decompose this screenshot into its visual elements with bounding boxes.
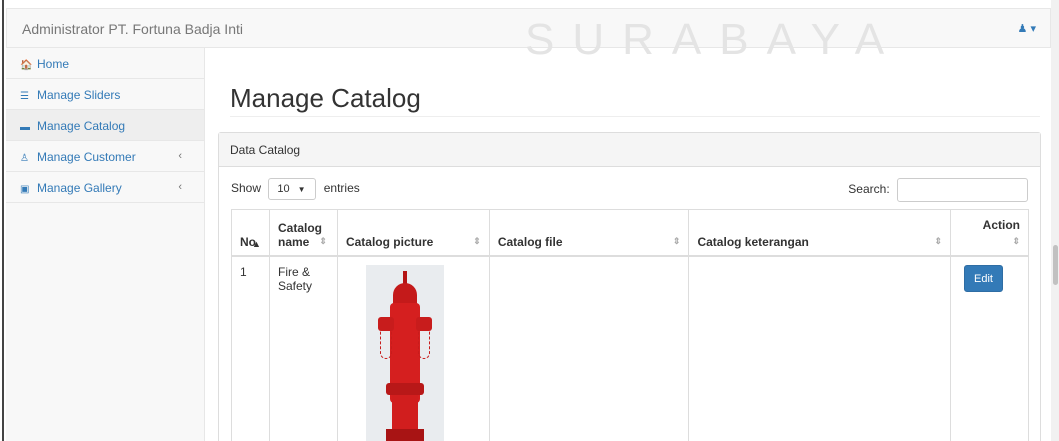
picture-icon: ▣: [20, 184, 30, 195]
sidebar: 🏠 Home ☰ Manage Sliders ▬ Manage Catalog ♙ M…: [6, 48, 205, 441]
entries-length-control: Show 10 ▼ entries: [231, 178, 360, 200]
entries-label: entries: [323, 181, 360, 196]
cell-catalog-keterangan: [688, 255, 951, 441]
sidebar-item-home[interactable]: 🏠 Home: [6, 48, 204, 79]
column-header-no[interactable]: No ▲: [231, 209, 270, 257]
sidebar-item-label: Manage Sliders: [37, 88, 121, 102]
table-header-row: No ▲ Catalog name ⇕ Catalog picture ⇕ Ca…: [231, 209, 1030, 257]
edit-button[interactable]: Edit: [963, 264, 1003, 292]
column-header-catalog-picture[interactable]: Catalog picture ⇕: [336, 209, 490, 257]
chevron-left-icon[interactable]: ‹: [178, 150, 182, 162]
entries-select[interactable]: 10 ▼: [268, 178, 317, 200]
panel-heading: Data Catalog: [219, 133, 1040, 167]
column-header-catalog-name[interactable]: Catalog name ⇕: [268, 209, 338, 257]
user-menu-toggle[interactable]: ♟ ▾: [1018, 22, 1036, 35]
cell-catalog-picture: [336, 255, 490, 441]
table-row: 1 Fire & Safety Edit: [231, 255, 1030, 441]
sort-icon: ⇕: [672, 235, 681, 246]
chevron-left-icon[interactable]: ‹: [178, 181, 182, 193]
sliders-icon: ☰: [20, 91, 29, 102]
top-navbar: Administrator PT. Fortuna Badja Inti SUR…: [6, 8, 1051, 64]
search-control: Search:: [848, 178, 1028, 202]
cell-no: 1: [231, 255, 270, 441]
entries-select-value: 10: [277, 183, 290, 195]
caret-down-icon: ▾: [1030, 23, 1036, 35]
person-icon: ♙: [20, 153, 29, 164]
cell-catalog-file: [488, 255, 690, 441]
sidebar-item-label: Manage Customer: [37, 150, 136, 164]
show-label: Show: [231, 181, 262, 196]
column-header-catalog-file[interactable]: Catalog file ⇕: [488, 209, 690, 257]
fire-hydrant-image: [365, 264, 444, 441]
sidebar-item-label: Manage Catalog: [37, 119, 126, 133]
column-header-action[interactable]: Action ⇕: [949, 209, 1030, 257]
scrollbar-thumb[interactable]: [1053, 245, 1058, 285]
sidebar-item-manage-catalog[interactable]: ▬ Manage Catalog: [6, 110, 204, 141]
sidebar-item-manage-gallery[interactable]: ▣ Manage Gallery ‹: [6, 172, 204, 203]
sidebar-item-manage-customer[interactable]: ♙ Manage Customer ‹: [6, 141, 204, 172]
chevron-down-icon: ▼: [297, 185, 306, 194]
sort-icon: ⇕: [934, 235, 942, 246]
sidebar-item-manage-sliders[interactable]: ☰ Manage Sliders: [6, 79, 204, 110]
sort-icon: ⇕: [319, 235, 327, 246]
cell-catalog-name: Fire & Safety: [268, 255, 338, 441]
sidebar-item-label: Home: [37, 57, 70, 71]
home-icon: 🏠: [20, 60, 33, 71]
book-icon: ▬: [20, 122, 30, 133]
window-left-edge: [0, 0, 4, 441]
catalog-table: No ▲ Catalog name ⇕ Catalog picture ⇕ Ca…: [231, 209, 1030, 441]
page-scrollbar[interactable]: [1051, 0, 1059, 441]
user-icon: ♟: [1017, 23, 1028, 35]
data-catalog-panel: Data Catalog Show 10 ▼ entries Search: N…: [218, 132, 1041, 441]
sidebar-item-label: Manage Gallery: [37, 181, 122, 195]
search-label: Search:: [848, 182, 890, 197]
main-content: Manage Catalog Data Catalog Show 10 ▼ ent…: [218, 48, 1041, 441]
page-title: Manage Catalog: [230, 83, 421, 113]
title-divider: [230, 116, 1040, 117]
cell-action: Edit: [949, 255, 1030, 441]
column-header-catalog-keterangan[interactable]: Catalog keterangan ⇕: [688, 209, 951, 257]
search-input[interactable]: [897, 178, 1028, 202]
brand-title[interactable]: Administrator PT. Fortuna Badja Inti: [22, 21, 243, 37]
sort-icon: ⇕: [1012, 235, 1020, 246]
sort-icon: ⇕: [473, 235, 481, 246]
sort-ascending-icon: ▲: [252, 238, 261, 249]
